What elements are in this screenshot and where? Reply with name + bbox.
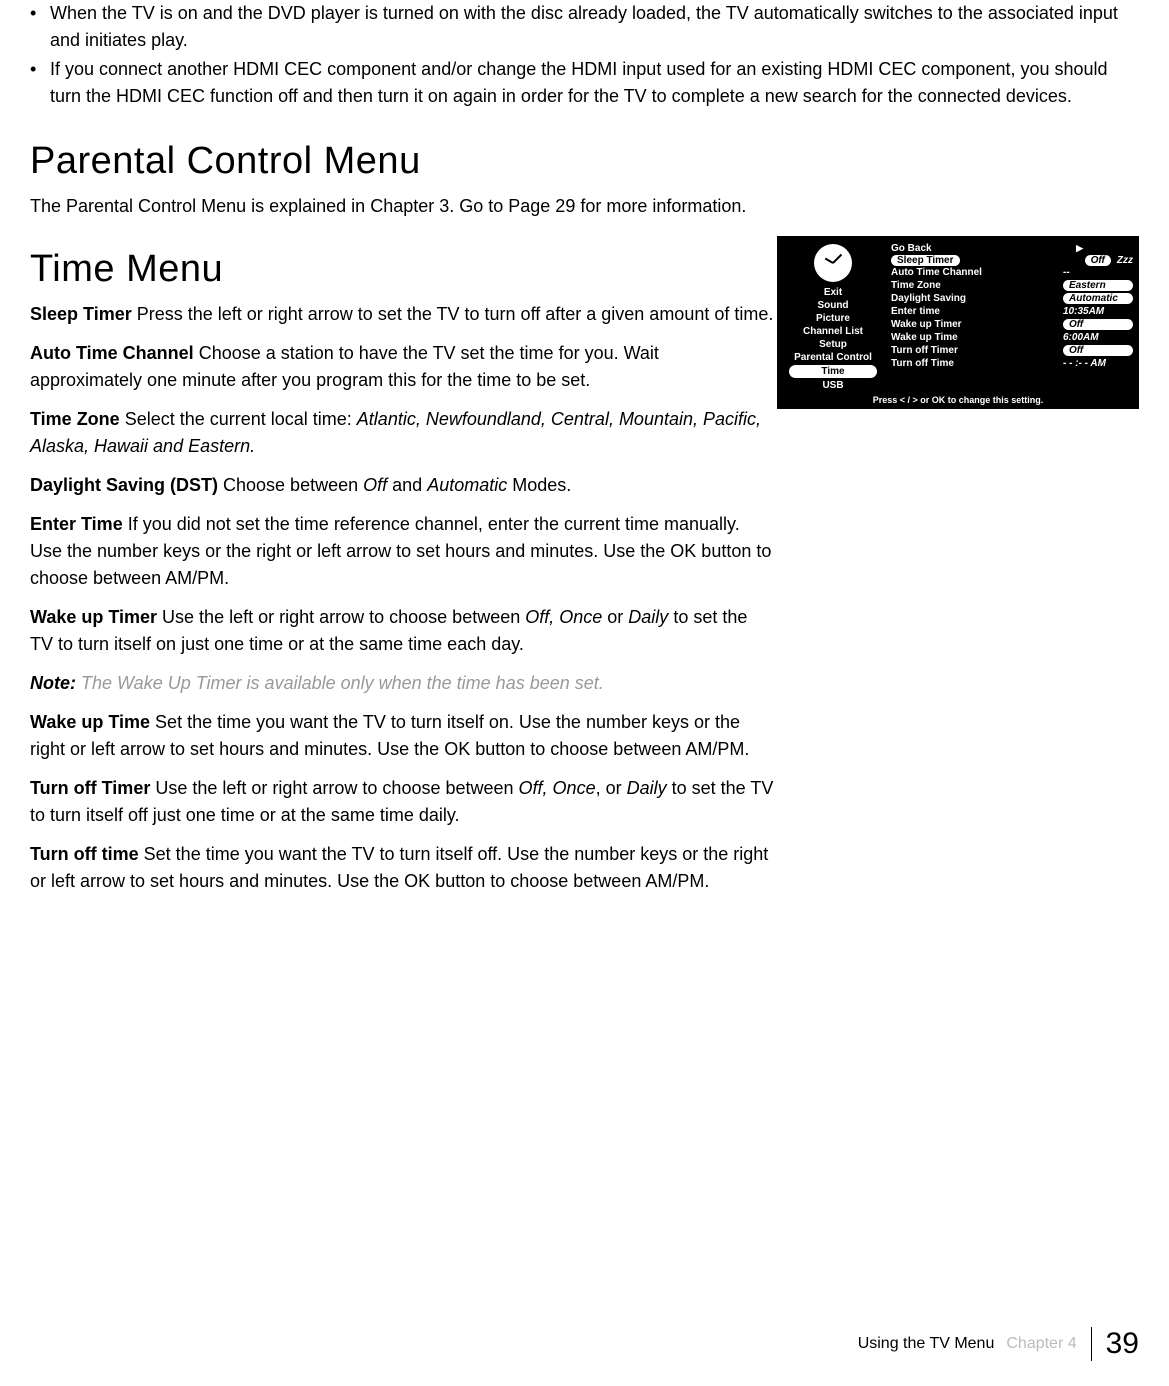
value: Off, Once xyxy=(525,607,602,627)
term: Enter Time xyxy=(30,514,123,534)
value: Daily xyxy=(627,778,667,798)
value: Off, Once xyxy=(519,778,596,798)
wake-time-item: Wake up Time Set the time you want the T… xyxy=(30,709,775,763)
term: Wake up Time xyxy=(30,712,150,732)
desc: Modes. xyxy=(507,475,571,495)
menu-row-go-back: Go Back▶ xyxy=(891,242,1133,255)
value: Off xyxy=(1063,345,1133,356)
enter-time-item: Enter Time If you did not set the time r… xyxy=(30,511,775,592)
desc: or xyxy=(602,607,628,627)
menu-row-dst: Daylight SavingAutomatic xyxy=(891,292,1133,305)
label: Wake up Time xyxy=(891,332,1063,343)
value: Daily xyxy=(628,607,668,627)
note-text: The Wake Up Timer is available only when… xyxy=(76,673,604,693)
menu-row-auto-time: Auto Time Channel-- xyxy=(891,266,1133,279)
term: Turn off time xyxy=(30,844,139,864)
label: Wake up Timer xyxy=(891,319,1063,330)
label: Go Back xyxy=(891,243,1076,254)
menu-content: Go Back▶ Sleep Timer Off Zzz Auto Time Cha… xyxy=(883,242,1133,392)
sleep-timer-item: Sleep Timer Press the left or right arro… xyxy=(30,301,775,328)
menu-row-sleep-timer: Sleep Timer Off Zzz xyxy=(891,255,1133,266)
page-footer: Using the TV Menu Chapter 4 39 xyxy=(858,1327,1139,1361)
desc: , or xyxy=(596,778,627,798)
label: Turn off Time xyxy=(891,358,1063,369)
value: Off xyxy=(1085,255,1111,266)
value: Eastern xyxy=(1063,280,1133,291)
term: Daylight Saving (DST) xyxy=(30,475,218,495)
wake-timer-item: Wake up Timer Use the left or right arro… xyxy=(30,604,775,658)
term: Turn off Timer xyxy=(30,778,150,798)
clock-icon xyxy=(814,244,852,282)
dst-item: Daylight Saving (DST) Choose between Off… xyxy=(30,472,775,499)
desc: If you did not set the time reference ch… xyxy=(30,514,771,588)
value: Automatic xyxy=(427,475,507,495)
value: - - :- - AM xyxy=(1063,358,1133,369)
footer-chapter: Chapter 4 xyxy=(1006,1335,1076,1353)
term: Wake up Timer xyxy=(30,607,157,627)
value: Off xyxy=(1063,319,1133,330)
sidebar-item-picture: Picture xyxy=(783,312,883,325)
sidebar-item-time: Time xyxy=(789,365,877,378)
note-label: Note: xyxy=(30,673,76,693)
bullet-item: If you connect another HDMI CEC componen… xyxy=(30,56,1139,110)
footer-title: Using the TV Menu xyxy=(858,1335,995,1353)
menu-row-enter-time: Enter time10:35AM xyxy=(891,305,1133,318)
value: Off xyxy=(363,475,387,495)
term: Auto Time Channel xyxy=(30,343,194,363)
desc: and xyxy=(387,475,427,495)
menu-row-wake-time: Wake up Time6:00AM xyxy=(891,331,1133,344)
tv-menu-screenshot: Exit Sound Picture Channel List Setup Pa… xyxy=(777,236,1139,409)
value: 10:35AM xyxy=(1063,306,1133,317)
desc: Choose between xyxy=(218,475,363,495)
sidebar-item-sound: Sound xyxy=(783,299,883,312)
sidebar-item-usb: USB xyxy=(783,379,883,392)
parental-text: The Parental Control Menu is explained i… xyxy=(30,193,1139,220)
term: Sleep Timer xyxy=(30,304,132,324)
menu-row-turnoff-timer: Turn off TimerOff xyxy=(891,344,1133,357)
note-wake-timer: Note: The Wake Up Timer is available onl… xyxy=(30,670,775,697)
footer-page-number: 39 xyxy=(1106,1327,1139,1361)
desc: Select the current local time: xyxy=(120,409,357,429)
value: Automatic xyxy=(1063,293,1133,304)
sidebar-item-parental-control: Parental Control xyxy=(783,351,883,364)
auto-time-item: Auto Time Channel Choose a station to ha… xyxy=(30,340,775,394)
turnoff-time-item: Turn off time Set the time you want the … xyxy=(30,841,775,895)
bullet-item: When the TV is on and the DVD player is … xyxy=(30,0,1139,54)
menu-footer-hint: Press < / > or OK to change this setting… xyxy=(783,392,1133,405)
zzz-label: Zzz xyxy=(1117,255,1133,266)
value: -- xyxy=(1063,267,1133,278)
desc: Use the left or right arrow to choose be… xyxy=(157,607,525,627)
turnoff-timer-item: Turn off Timer Use the left or right arr… xyxy=(30,775,775,829)
label: Daylight Saving xyxy=(891,293,1063,304)
label: Time Zone xyxy=(891,280,1063,291)
label: Turn off Timer xyxy=(891,345,1063,356)
label: Sleep Timer xyxy=(891,255,960,266)
menu-row-time-zone: Time ZoneEastern xyxy=(891,279,1133,292)
chevron-right-icon: ▶ xyxy=(1076,243,1083,254)
desc: Use the left or right arrow to choose be… xyxy=(150,778,518,798)
value: 6:00AM xyxy=(1063,332,1133,343)
menu-sidebar: Exit Sound Picture Channel List Setup Pa… xyxy=(783,242,883,392)
sidebar-item-channel-list: Channel List xyxy=(783,325,883,338)
term: Time Zone xyxy=(30,409,120,429)
label: Enter time xyxy=(891,306,1063,317)
sidebar-item-exit: Exit xyxy=(783,286,883,299)
footer-divider xyxy=(1091,1327,1092,1361)
sidebar-item-setup: Setup xyxy=(783,338,883,351)
label: Auto Time Channel xyxy=(891,267,1063,278)
time-zone-item: Time Zone Select the current local time:… xyxy=(30,406,775,460)
intro-bullets: When the TV is on and the DVD player is … xyxy=(30,0,1139,110)
desc: Press the left or right arrow to set the… xyxy=(132,304,774,324)
menu-row-wake-timer: Wake up TimerOff xyxy=(891,318,1133,331)
heading-parental: Parental Control Menu xyxy=(30,140,1139,183)
desc: Set the time you want the TV to turn its… xyxy=(30,844,768,891)
menu-row-turnoff-time: Turn off Time- - :- - AM xyxy=(891,357,1133,370)
